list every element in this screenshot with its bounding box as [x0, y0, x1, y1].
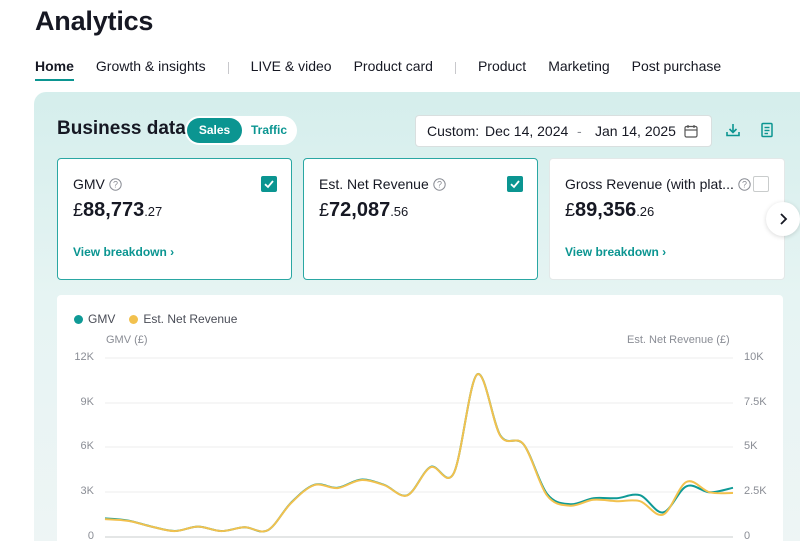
series-line-gmv[interactable] — [104, 373, 734, 533]
line-chart — [104, 357, 734, 538]
analytics-page: Analytics Home Growth & insights LIVE & … — [0, 0, 800, 541]
series-line-est-net-revenue[interactable] — [104, 373, 734, 533]
